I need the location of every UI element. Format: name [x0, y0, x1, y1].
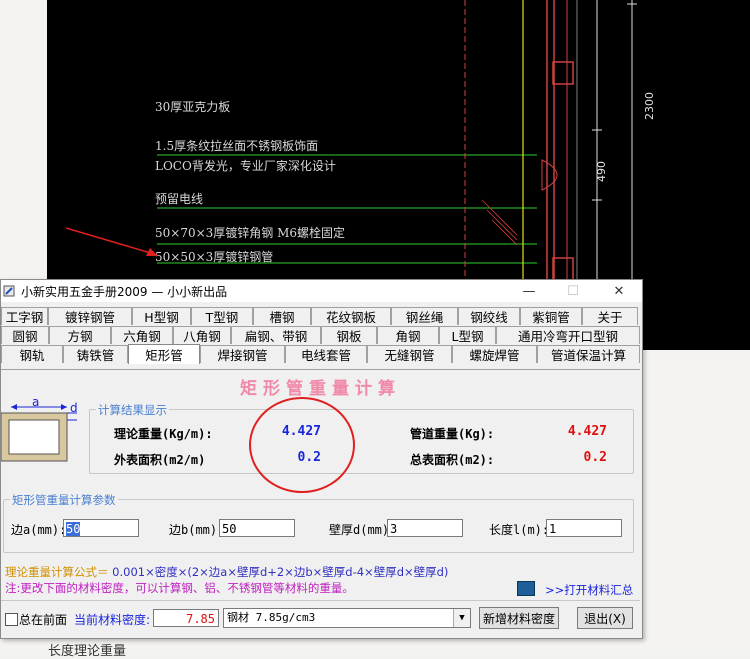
rect-tube-diagram	[1, 404, 77, 462]
tab-row-1: 工字钢 镀锌钢管 H型钢 T型钢 槽钢 花纹钢板 钢丝绳 钢绞线 紫铜管 关于	[1, 307, 638, 326]
formula-text: 理论重量计算公式＝ 0.001×密度×(2×边a×壁厚d+2×边b×壁厚d-4×…	[5, 564, 448, 580]
tab-conduit[interactable]: 电线套管	[285, 345, 367, 363]
results-group-title: 计算结果显示	[96, 402, 169, 418]
dimension-490: 490	[595, 161, 608, 182]
length-input[interactable]: 1	[546, 519, 622, 537]
tab-insulation-calc[interactable]: 管道保温计算	[537, 345, 640, 363]
tab-strand[interactable]: 钢绞线	[458, 307, 520, 325]
bottom-bar: 总在前面 当前材料密度: 7.85 钢材 7.85g/cm3 ▼ 新增材料密度 …	[1, 600, 640, 637]
close-button[interactable]: ✕	[600, 280, 638, 302]
side-a-input[interactable]: 50	[63, 519, 139, 537]
side-b-label: 边b(mm):	[169, 523, 225, 537]
title-bar[interactable]: 小新实用五金手册2009 — 小小新出品 — ☐ ✕	[1, 280, 642, 302]
tab-hexagon-bar[interactable]: 六角钢	[111, 326, 173, 344]
total-area-value: 0.2	[583, 450, 607, 465]
tab-steel-plate[interactable]: 钢板	[321, 326, 377, 344]
material-select[interactable]: 钢材 7.85g/cm3 ▼	[223, 608, 471, 628]
side-a-label: 边a(mm):	[11, 523, 67, 537]
tab-rail[interactable]: 钢轨	[1, 345, 63, 363]
exit-button[interactable]: 退出(X)	[577, 607, 633, 629]
params-group-title: 矩形管重量计算参数	[10, 492, 118, 508]
panel-heading: 矩形管重量计算	[240, 379, 401, 399]
tab-checker-plate[interactable]: 花纹钢板	[311, 307, 391, 325]
side-b-input[interactable]: 50	[219, 519, 295, 537]
open-material-summary-link[interactable]: >>打开材料汇总	[545, 582, 633, 598]
tab-angle[interactable]: 角钢	[377, 326, 439, 344]
tab-flat-bar[interactable]: 扁钢、带钢	[231, 326, 321, 344]
cad-label-6: 50×50×3厚镀锌钢管	[155, 250, 274, 264]
formula-body: 0.001×密度×(2×边a×壁厚d+2×边b×壁厚d-4×壁厚d×壁厚d)	[108, 565, 449, 579]
cad-label-1: 30厚亚克力板	[155, 100, 231, 114]
tab-about[interactable]: 关于	[582, 307, 638, 325]
density-note: 注:更改下面的材料密度，可以计算钢、铝、不锈钢管等材料的重量。	[5, 581, 354, 595]
wall-thickness-label: 壁厚d(mm)	[329, 523, 390, 537]
tab-square-bar[interactable]: 方钢	[49, 326, 111, 344]
maximize-button[interactable]: ☐	[554, 280, 592, 302]
tab-t-beam[interactable]: T型钢	[191, 307, 253, 325]
tab-cast-iron-pipe[interactable]: 铸铁管	[63, 345, 128, 363]
dimension-d-label: d	[70, 401, 78, 415]
rectangular-tube-panel: 矩形管重量计算 a d 计算结果显示 理论重量(Kg/m): 4.427 外表面…	[1, 369, 640, 638]
tab-seamless-pipe[interactable]: 无缝钢管	[367, 345, 452, 363]
tab-copper-pipe[interactable]: 紫铜管	[520, 307, 582, 325]
surface-area-label: 外表面积(m2/m)	[114, 453, 206, 467]
tab-rectangular-tube[interactable]: 矩形管	[128, 344, 200, 364]
document-text: 长度理论重量	[48, 644, 127, 659]
tab-channel[interactable]: 槽钢	[253, 307, 311, 325]
tab-cold-formed[interactable]: 通用冷弯开口型钢	[496, 326, 640, 344]
app-window: 小新实用五金手册2009 — 小小新出品 — ☐ ✕ 工字钢 镀锌钢管 H型钢 …	[0, 279, 643, 639]
add-density-button[interactable]: 新增材料密度	[479, 607, 559, 629]
pipe-weight-label: 管道重量(Kg):	[410, 427, 495, 441]
material-selected: 钢材 7.85g/cm3	[227, 611, 316, 624]
density-label: 当前材料密度:	[74, 613, 151, 627]
always-on-top-checkbox[interactable]	[5, 613, 18, 626]
pipe-weight-value: 4.427	[567, 424, 607, 439]
wall-thickness-input[interactable]: 3	[387, 519, 463, 537]
minimize-button[interactable]: —	[510, 280, 548, 302]
app-icon	[3, 285, 15, 297]
tab-galvanized-pipe[interactable]: 镀锌钢管	[48, 307, 132, 325]
formula-key: 理论重量计算公式＝	[5, 565, 109, 579]
density-input[interactable]: 7.85	[153, 609, 219, 627]
tab-welded-pipe[interactable]: 焊接钢管	[200, 345, 285, 363]
chevron-down-icon[interactable]: ▼	[453, 609, 470, 627]
annotation-circle	[249, 397, 355, 493]
cad-label-3: LOCO背发光，专业厂家深化设计	[155, 159, 336, 173]
total-area-label: 总表面积(m2):	[410, 453, 495, 467]
annotation-arrow	[65, 227, 158, 256]
tab-round-bar[interactable]: 圆钢	[1, 326, 49, 344]
cad-label-4: 预留电线	[155, 192, 204, 206]
cad-label-2: 1.5厚条纹拉丝面不锈钢板饰面	[155, 139, 319, 153]
always-on-top-label: 总在前面	[19, 613, 68, 627]
summary-icon[interactable]	[517, 581, 535, 596]
tab-h-beam[interactable]: H型钢	[132, 307, 191, 325]
tab-spiral-pipe[interactable]: 螺旋焊管	[452, 345, 537, 363]
tab-i-beam[interactable]: 工字钢	[1, 307, 48, 325]
tab-l-beam[interactable]: L型钢	[439, 326, 496, 344]
cad-label-5: 50×70×3厚镀锌角钢 M6螺栓固定	[155, 226, 346, 240]
window-title: 小新实用五金手册2009 — 小小新出品	[21, 284, 228, 299]
tab-wire-rope[interactable]: 钢丝绳	[391, 307, 458, 325]
tab-row-2: 圆钢 方钢 六角钢 八角钢 扁钢、带钢 钢板 角钢 L型钢 通用冷弯开口型钢	[1, 326, 640, 345]
dimension-a-label: a	[32, 395, 40, 409]
theory-weight-label: 理论重量(Kg/m):	[114, 427, 213, 441]
length-label: 长度l(m):	[489, 523, 550, 537]
tab-octagon-bar[interactable]: 八角钢	[173, 326, 231, 344]
tab-row-3: 钢轨 铸铁管 矩形管 焊接钢管 电线套管 无缝钢管 螺旋焊管 管道保温计算	[1, 344, 640, 364]
dimension-2300: 2300	[643, 92, 656, 120]
